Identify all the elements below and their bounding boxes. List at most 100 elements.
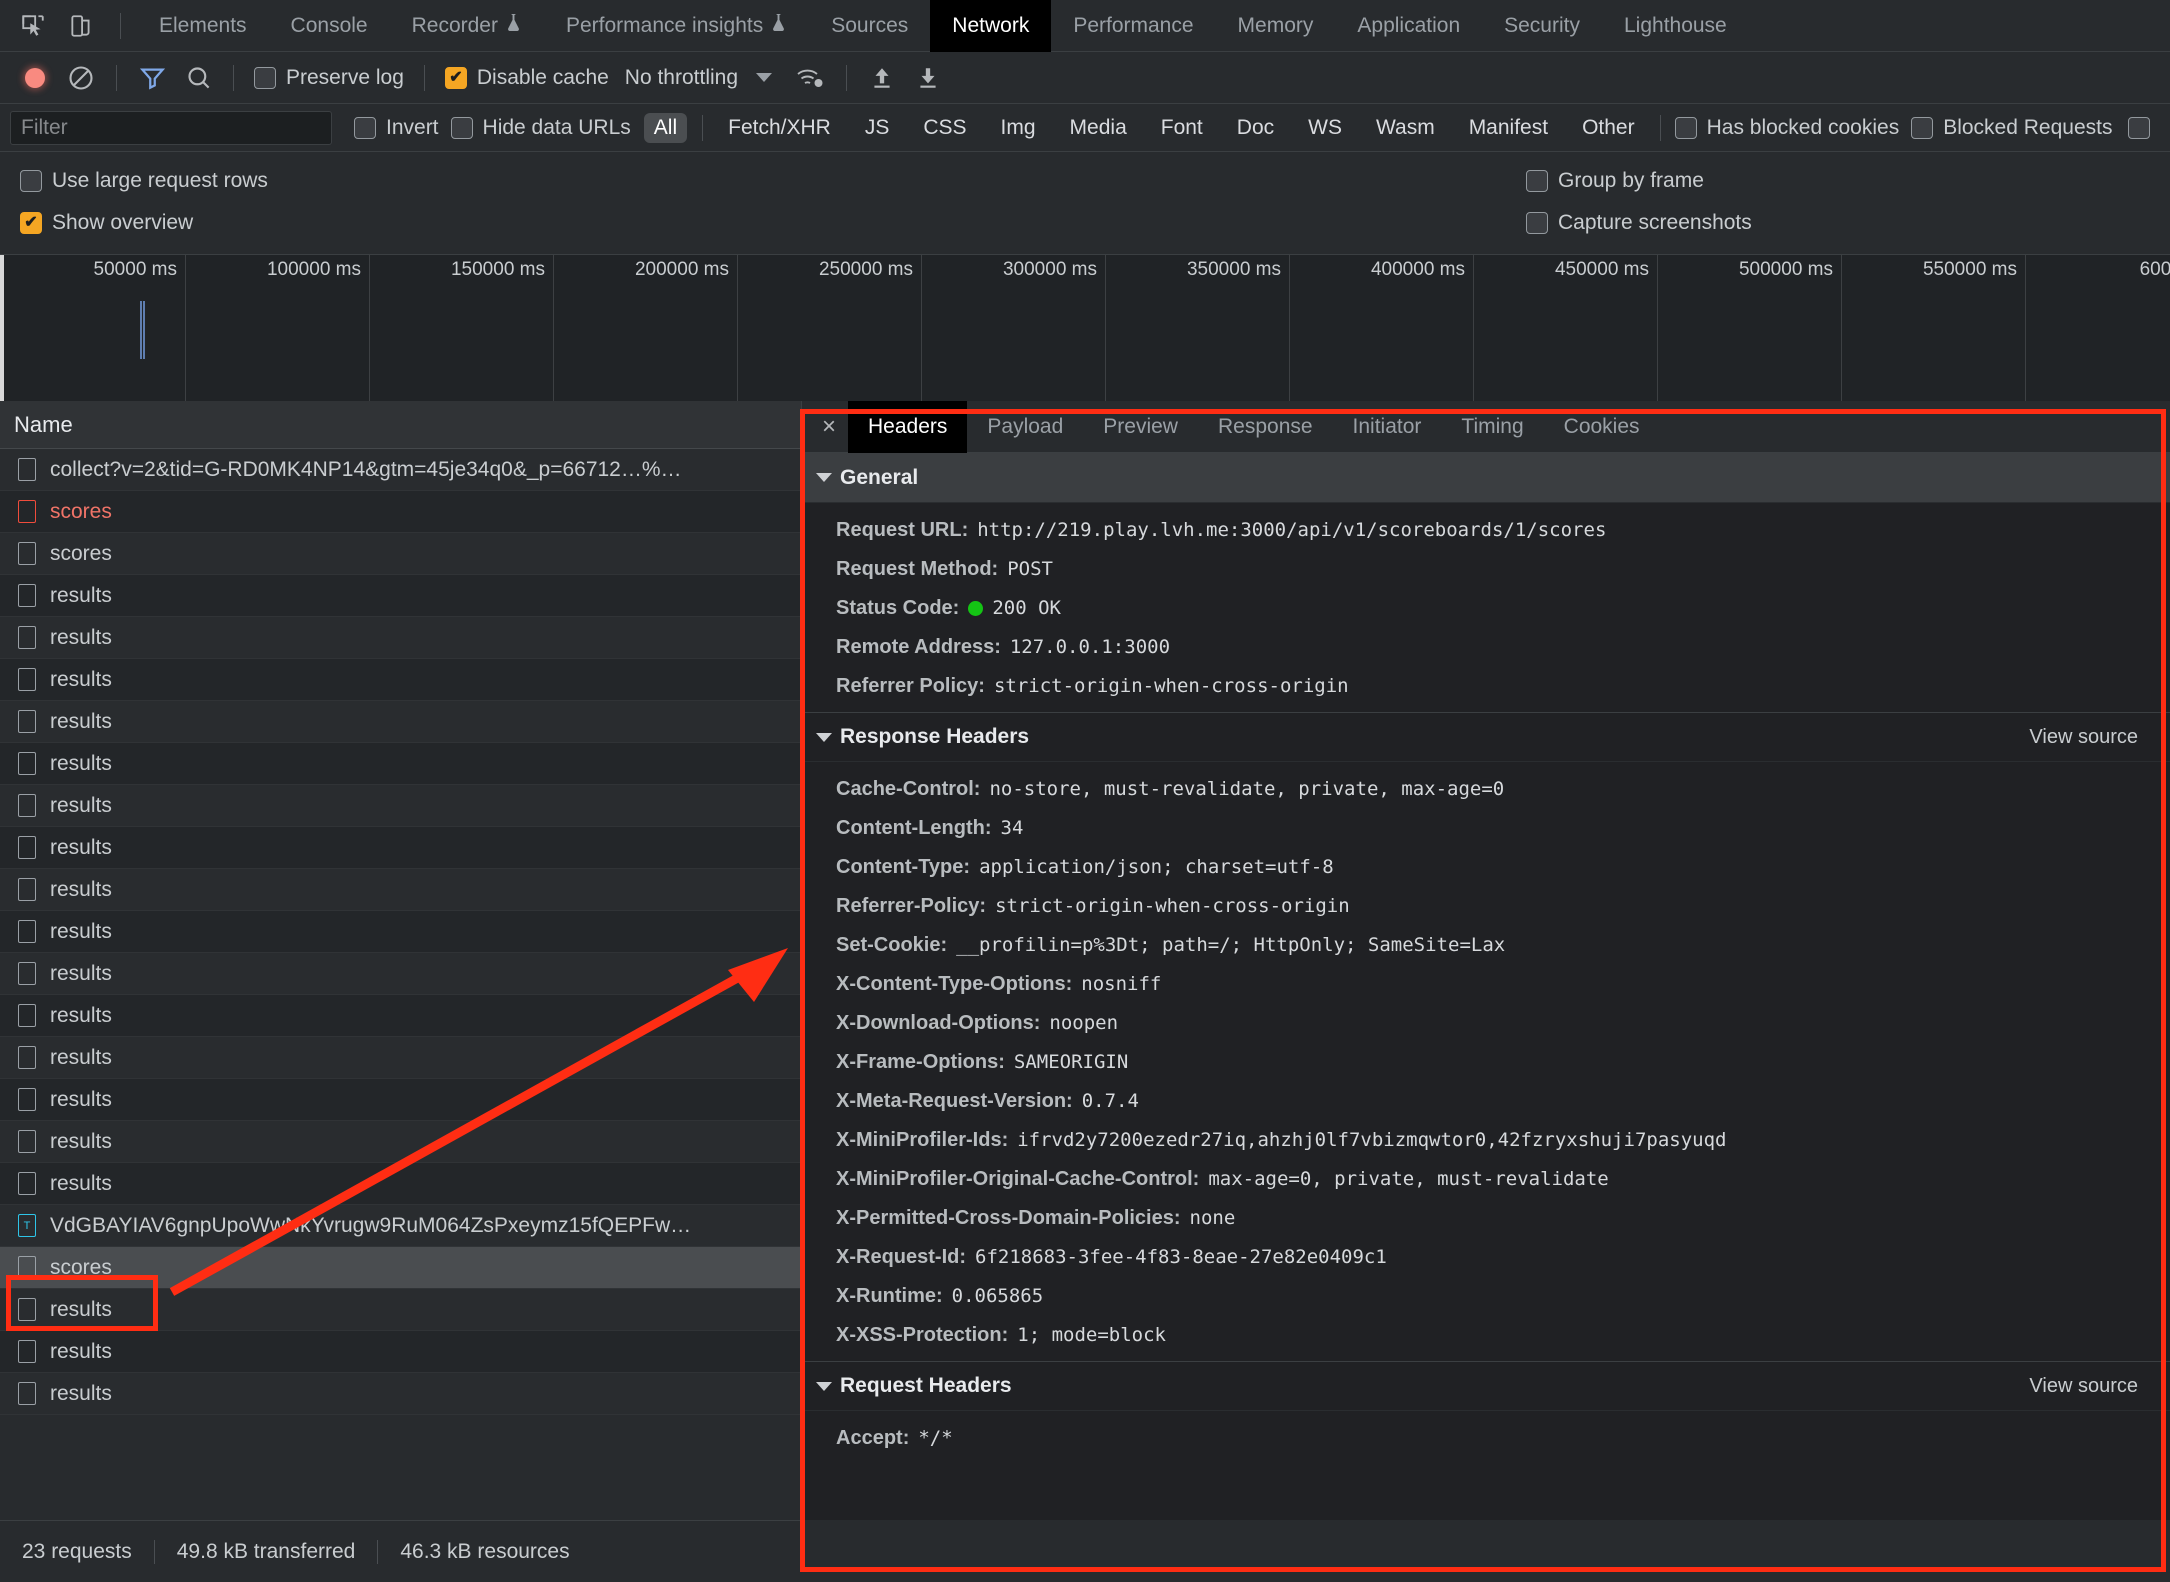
- chevron-down-icon[interactable]: [816, 473, 832, 483]
- request-row[interactable]: scores: [0, 533, 801, 575]
- type-filter-all[interactable]: All: [643, 112, 688, 143]
- capture-screenshots-toggle[interactable]: Capture screenshots: [1520, 211, 1758, 235]
- request-row[interactable]: T VdGBAYIAV6gnpUpoWwNkYvrugw9RuM064ZsPxey…: [0, 1205, 801, 1247]
- type-filter-manifest[interactable]: Manifest: [1459, 113, 1558, 143]
- detail-tab-preview[interactable]: Preview: [1083, 401, 1198, 453]
- type-filter-img[interactable]: Img: [991, 113, 1046, 143]
- request-row[interactable]: scores: [0, 491, 801, 533]
- tab-recorder[interactable]: Recorder: [390, 0, 544, 52]
- tab-console[interactable]: Console: [269, 0, 390, 52]
- request-row[interactable]: results: [0, 659, 801, 701]
- request-row[interactable]: results: [0, 1289, 801, 1331]
- tab-performance-insights[interactable]: Performance insights: [544, 0, 809, 52]
- request-row[interactable]: results: [0, 911, 801, 953]
- request-row[interactable]: results: [0, 995, 801, 1037]
- request-row[interactable]: collect?v=2&tid=G-RD0MK4NP14&gtm=45je34q…: [0, 449, 801, 491]
- tab-memory[interactable]: Memory: [1216, 0, 1336, 52]
- request-row[interactable]: results: [0, 827, 801, 869]
- type-filter-js[interactable]: JS: [855, 113, 900, 143]
- request-row[interactable]: scores: [0, 1247, 801, 1289]
- detail-tab-response[interactable]: Response: [1198, 401, 1333, 453]
- show-overview-toggle[interactable]: Show overview: [14, 211, 199, 235]
- request-row[interactable]: results: [0, 701, 801, 743]
- document-icon: [18, 1340, 36, 1363]
- preserve-log-checkbox[interactable]: [254, 66, 276, 89]
- detail-tab-initiator[interactable]: Initiator: [1333, 401, 1442, 453]
- device-toolbar-icon[interactable]: [62, 7, 100, 45]
- close-icon[interactable]: ×: [810, 408, 848, 446]
- group-by-frame-checkbox[interactable]: [1526, 170, 1548, 192]
- request-row[interactable]: results: [0, 869, 801, 911]
- request-row[interactable]: results: [0, 953, 801, 995]
- tab-network[interactable]: Network: [930, 0, 1052, 52]
- preserve-log-toggle[interactable]: Preserve log: [248, 66, 410, 90]
- request-row[interactable]: results: [0, 575, 801, 617]
- hide-data-urls-toggle[interactable]: Hide data URLs: [445, 116, 637, 140]
- chevron-down-icon[interactable]: [816, 1381, 832, 1391]
- filter-input[interactable]: [10, 110, 332, 145]
- invert-toggle[interactable]: Invert: [348, 116, 445, 140]
- type-filter-css[interactable]: CSS: [913, 113, 976, 143]
- type-filter-doc[interactable]: Doc: [1227, 113, 1284, 143]
- group-by-frame-toggle[interactable]: Group by frame: [1520, 169, 1710, 193]
- tab-performance[interactable]: Performance: [1051, 0, 1215, 52]
- request-row[interactable]: results: [0, 1373, 801, 1415]
- tab-security[interactable]: Security: [1482, 0, 1602, 52]
- request-row[interactable]: results: [0, 785, 801, 827]
- inspect-icon[interactable]: [14, 7, 52, 45]
- clear-button[interactable]: [60, 57, 102, 99]
- tab-sources[interactable]: Sources: [809, 0, 930, 52]
- show-overview-checkbox[interactable]: [20, 212, 42, 234]
- use-large-request-rows-toggle[interactable]: Use large request rows: [14, 169, 274, 193]
- request-row[interactable]: results: [0, 743, 801, 785]
- invert-checkbox[interactable]: [354, 116, 376, 139]
- type-filter-media[interactable]: Media: [1060, 113, 1137, 143]
- tab-elements[interactable]: Elements: [137, 0, 269, 52]
- capture-screenshots-checkbox[interactable]: [1526, 212, 1548, 234]
- request-list-pane[interactable]: Name collect?v=2&tid=G-RD0MK4NP14&gtm=45…: [0, 401, 802, 1520]
- request-row[interactable]: results: [0, 617, 801, 659]
- has-blocked-cookies-checkbox[interactable]: [1674, 116, 1697, 139]
- search-button[interactable]: [177, 57, 219, 99]
- type-filter-font[interactable]: Font: [1151, 113, 1213, 143]
- export-har-icon[interactable]: [907, 57, 949, 99]
- has-blocked-cookies-toggle[interactable]: Has blocked cookies: [1669, 116, 1906, 140]
- tab-lighthouse[interactable]: Lighthouse: [1602, 0, 1749, 52]
- request-row[interactable]: results: [0, 1163, 801, 1205]
- overview-window-handle[interactable]: [0, 255, 4, 406]
- third-party-checkbox[interactable]: [2128, 116, 2151, 139]
- use-large-request-rows-checkbox[interactable]: [20, 170, 42, 192]
- chevron-down-icon[interactable]: [756, 73, 773, 82]
- detail-tab-timing[interactable]: Timing: [1441, 401, 1543, 453]
- disable-cache-toggle[interactable]: Disable cache: [439, 66, 615, 90]
- request-row[interactable]: results: [0, 1037, 801, 1079]
- filter-button[interactable]: [131, 57, 173, 99]
- hide-data-urls-checkbox[interactable]: [450, 116, 473, 139]
- chevron-down-icon[interactable]: [816, 732, 832, 742]
- blocked-requests-toggle[interactable]: Blocked Requests: [1905, 116, 2118, 140]
- type-filter-ws[interactable]: WS: [1298, 113, 1352, 143]
- throttling-select[interactable]: No throttling: [625, 66, 738, 90]
- disable-cache-checkbox[interactable]: [444, 66, 467, 89]
- section-header[interactable]: Request Headers View source: [802, 1361, 2170, 1411]
- type-filter-wasm[interactable]: Wasm: [1366, 113, 1445, 143]
- type-filter-other[interactable]: Other: [1572, 113, 1645, 143]
- type-filter-fetch-xhr[interactable]: Fetch/XHR: [718, 113, 841, 143]
- detail-tab-payload[interactable]: Payload: [967, 401, 1083, 453]
- import-har-icon[interactable]: [861, 57, 903, 99]
- header-value: 0.7.4: [1081, 1090, 1139, 1112]
- request-row[interactable]: results: [0, 1079, 801, 1121]
- view-source-link[interactable]: View source: [2029, 1375, 2138, 1398]
- blocked-requests-checkbox[interactable]: [1911, 116, 1934, 139]
- view-source-link[interactable]: View source: [2029, 726, 2138, 749]
- network-overview[interactable]: 50000 ms 100000 ms 150000 ms 200000 ms 2…: [0, 255, 2170, 407]
- tab-application[interactable]: Application: [1335, 0, 1482, 52]
- detail-tab-cookies[interactable]: Cookies: [1544, 401, 1660, 453]
- request-row[interactable]: results: [0, 1121, 801, 1163]
- request-row[interactable]: results: [0, 1331, 801, 1373]
- record-button[interactable]: [14, 57, 56, 99]
- network-conditions-icon[interactable]: [790, 57, 832, 99]
- detail-tab-headers[interactable]: Headers: [848, 401, 968, 453]
- section-header[interactable]: General: [802, 453, 2170, 503]
- section-header[interactable]: Response Headers View source: [802, 712, 2170, 762]
